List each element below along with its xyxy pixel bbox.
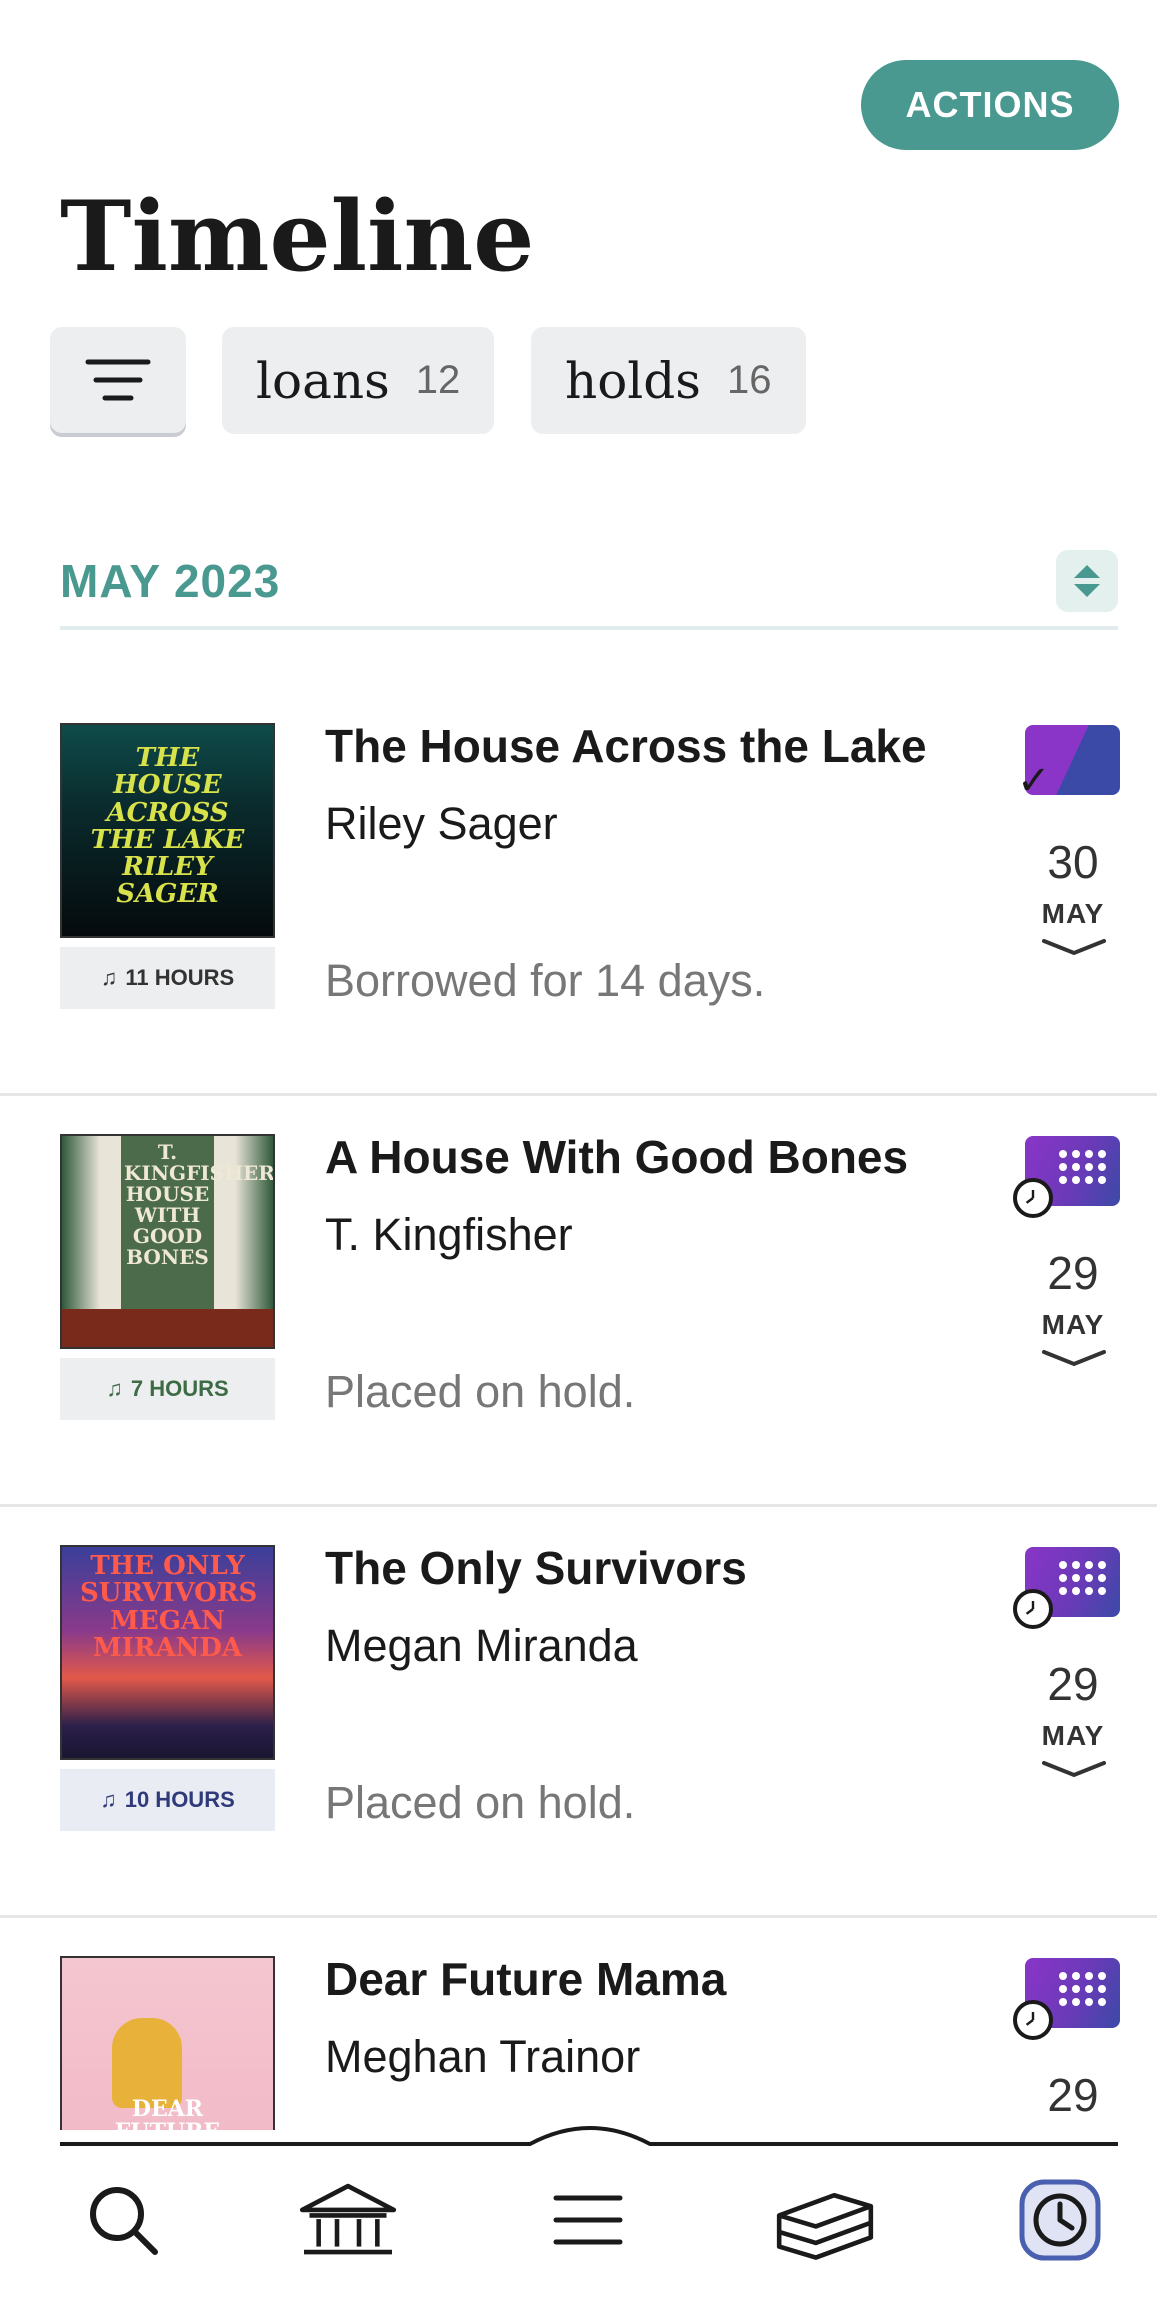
cover-title: THE HOUSE ACROSS THE LAKE RILEY SAGER (90, 743, 245, 910)
date-day: 29 (1047, 1247, 1099, 1299)
headphones-icon: ♫ (106, 1376, 123, 1401)
book-cover: THE ONLY SURVIVORS MEGAN MIRANDA (60, 1545, 275, 1760)
audiobook-duration: ♫ 7 HOURS (60, 1358, 275, 1420)
loans-chip-label: loans (256, 351, 390, 410)
chevron-down-icon[interactable] (1042, 1346, 1106, 1372)
book-author: Riley Sager (325, 798, 558, 849)
duration-text: 10 HOURS (124, 1787, 235, 1812)
sort-button[interactable] (1056, 550, 1118, 612)
date-month: MAY (1041, 898, 1105, 929)
calendar-dots (1059, 1561, 1106, 1595)
loans-chip-count: 12 (415, 358, 461, 402)
item-status: Placed on hold. (325, 1366, 636, 1417)
book-title: The Only Survivors (325, 1542, 747, 1594)
search-icon (90, 2187, 158, 2255)
library-icon (299, 2183, 397, 2255)
book-title: A House With Good Bones (325, 1131, 909, 1183)
nav-search[interactable] (68, 2170, 178, 2270)
holds-filter-chip[interactable]: holds 16 (531, 327, 806, 434)
sort-arrows-icon (1074, 565, 1100, 597)
menu-icon (553, 2195, 623, 2245)
calendar-dots (1059, 1150, 1106, 1184)
item-status: Placed on hold. (325, 1777, 636, 1828)
timeline-clock-icon (1019, 2179, 1101, 2261)
book-title: The House Across the Lake (325, 720, 927, 772)
book-cover: THE HOUSE ACROSS THE LAKE RILEY SAGER (60, 723, 275, 938)
duration-text: 11 HOURS (125, 965, 235, 990)
cover-title: THE ONLY SURVIVORS MEGAN MIRANDA (80, 1551, 258, 1663)
item-status: Borrowed for 14 days. (325, 955, 766, 1006)
chevron-down-icon[interactable] (1042, 935, 1106, 961)
nav-timeline[interactable] (1005, 2170, 1115, 2270)
timeline-item[interactable]: T. KINGFISHER HOUSE WITH GOOD BONES ♫ 7 H… (0, 1096, 1157, 1507)
timeline-item[interactable]: THE HOUSE ACROSS THE LAKE RILEY SAGER ♫ 1… (0, 685, 1157, 1096)
audiobook-duration: ♫ 10 HOURS (60, 1769, 275, 1831)
month-section-header: MAY 2023 (60, 550, 1118, 630)
book-author: T. Kingfisher (325, 1209, 573, 1260)
book-author: Meghan Trainor (325, 2031, 641, 2082)
nav-divider (60, 2126, 1118, 2146)
duration-text: 7 HOURS (130, 1376, 229, 1401)
hold-clock-icon (1013, 1958, 1120, 2040)
holds-chip-count: 16 (726, 358, 772, 402)
audiobook-duration: ♫ 11 HOURS (60, 947, 275, 1009)
borrowed-check-icon: ✓ (1017, 725, 1120, 801)
chevron-down-icon[interactable] (1042, 1757, 1106, 1783)
bottom-nav-bar (0, 2126, 1157, 2309)
clock-icon (1013, 1178, 1053, 1218)
hold-clock-icon (1013, 1136, 1120, 1218)
book-author: Megan Miranda (325, 1620, 638, 1671)
books-icon (776, 2192, 874, 2260)
loans-filter-chip[interactable]: loans 12 (222, 327, 494, 434)
date-month: MAY (1041, 1309, 1105, 1340)
book-cover: T. KINGFISHER HOUSE WITH GOOD BONES (60, 1134, 275, 1349)
filter-button[interactable] (50, 327, 186, 433)
date-month: MAY (1041, 1720, 1105, 1751)
hold-clock-icon (1013, 1547, 1120, 1629)
headphones-icon: ♫ (100, 965, 118, 990)
filter-lines-icon (85, 359, 151, 401)
headphones-icon: ♫ (100, 1787, 117, 1812)
timeline-item[interactable]: THE ONLY SURVIVORS MEGAN MIRANDA ♫ 10 HOU… (0, 1507, 1157, 1918)
date-day: 30 (1047, 836, 1099, 888)
cover-floor (62, 1309, 273, 1347)
cover-figure (112, 2018, 182, 2108)
actions-button[interactable]: ACTIONS (861, 60, 1119, 150)
date-day: 29 (1047, 1658, 1099, 1710)
cover-title: T. KINGFISHER HOUSE WITH GOOD BONES (124, 1140, 275, 1269)
clock-icon (1013, 2000, 1053, 2040)
nav-menu[interactable] (533, 2170, 643, 2270)
month-section-title: MAY 2023 (60, 555, 281, 607)
holds-chip-label: holds (565, 351, 701, 410)
page-title: Timeline (60, 180, 535, 293)
book-title: Dear Future Mama (325, 1953, 727, 2005)
clock-icon (1013, 1589, 1053, 1629)
calendar-dots (1059, 1972, 1106, 2006)
check-mark-icon: ✓ (1017, 759, 1051, 803)
nav-books[interactable] (770, 2170, 880, 2270)
nav-library[interactable] (293, 2170, 403, 2270)
